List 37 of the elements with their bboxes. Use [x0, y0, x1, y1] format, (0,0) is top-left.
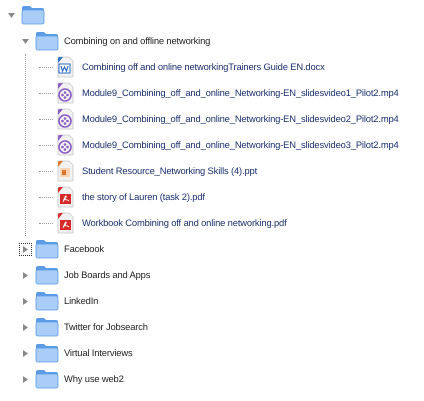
- file-name[interactable]: the story of Lauren (task 2).pdf: [82, 190, 205, 204]
- folder-name[interactable]: Facebook: [64, 242, 104, 256]
- expand-arrow-icon[interactable]: [22, 376, 29, 382]
- folder-name[interactable]: LinkedIn: [64, 294, 98, 308]
- folder-name[interactable]: Virtual Interviews: [64, 346, 133, 360]
- file-name[interactable]: Module9_Combining_off_and_online_Networking-EN_slidesvideo1_Pilot2.mp4: [82, 86, 399, 100]
- folder-name[interactable]: Twitter for Jobsearch: [64, 320, 148, 334]
- folder-icon: [35, 369, 59, 389]
- expand-arrow-icon[interactable]: [22, 324, 29, 330]
- pdf-file-icon: [55, 186, 75, 208]
- folder-icon: [35, 291, 59, 311]
- folder-name[interactable]: Combining on and offline networking: [64, 34, 210, 48]
- file-name[interactable]: Module9_Combining_off_and_online_Networking-EN_slidesvideo3_Pilot2.mp4: [82, 138, 399, 152]
- expand-arrow-icon[interactable]: [22, 350, 29, 356]
- folder-icon: [35, 239, 59, 259]
- folder-icon: [35, 265, 59, 285]
- presentation-file-icon: [55, 160, 75, 182]
- folder-name[interactable]: Why use web2: [64, 372, 124, 386]
- file-name[interactable]: Module9_Combining_off_and_online_Networking-EN_slidesvideo2_Pilot2.mp4: [82, 112, 399, 126]
- pdf-file-icon: [55, 212, 75, 234]
- folder-icon: [21, 5, 45, 25]
- file-name[interactable]: Combining off and online networkingTrainers Guide EN.docx: [82, 60, 325, 74]
- folder-icon: [35, 31, 59, 51]
- word-document-icon: [55, 56, 75, 78]
- film-reel-icon: [55, 134, 75, 156]
- collapse-arrow-icon[interactable]: [22, 38, 29, 44]
- film-reel-icon: [55, 82, 75, 104]
- expand-arrow-icon[interactable]: [22, 298, 29, 304]
- expand-arrow-icon[interactable]: [22, 272, 29, 278]
- folder-icon: [35, 343, 59, 363]
- folder-icon: [35, 317, 59, 337]
- file-name[interactable]: Workbook Combining off and online networking.pdf: [82, 216, 287, 230]
- file-name[interactable]: Student Resource_Networking Skills (4).ppt: [82, 164, 258, 178]
- film-reel-icon: [55, 108, 75, 130]
- folder-name[interactable]: Job Boards and Apps: [64, 268, 150, 282]
- collapse-arrow-icon[interactable]: [8, 12, 15, 18]
- expand-arrow-icon[interactable]: [22, 246, 29, 252]
